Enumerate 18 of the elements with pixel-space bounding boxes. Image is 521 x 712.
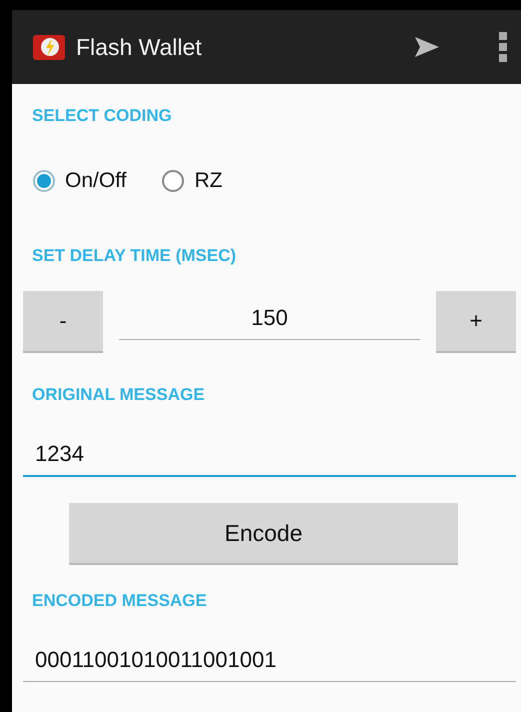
section-heading: SET DELAY TIME (MSEC) <box>32 246 238 266</box>
radio-button[interactable] <box>162 170 184 192</box>
overflow-menu-icon[interactable] <box>499 32 507 62</box>
section-heading: SELECT CODING <box>32 106 173 126</box>
delay-field[interactable]: 150 <box>119 298 420 340</box>
section-heading: ENCODED MESSAGE <box>32 591 208 611</box>
radio-label: On/Off <box>65 169 126 193</box>
radio-label: RZ <box>194 169 222 193</box>
section-heading: ORIGINAL MESSAGE <box>32 385 206 405</box>
increase-button[interactable]: + <box>436 291 516 353</box>
radio-button[interactable] <box>33 170 55 192</box>
encoded-output-field[interactable]: 00011001010011001001 <box>23 641 516 682</box>
encode-button[interactable]: Encode <box>69 503 458 565</box>
app-logo-icon <box>32 32 66 62</box>
app-title: Flash Wallet <box>76 34 203 60</box>
decrease-button[interactable]: - <box>23 291 103 353</box>
message-input[interactable]: 1234 <box>23 435 516 477</box>
send-icon[interactable] <box>413 35 441 59</box>
